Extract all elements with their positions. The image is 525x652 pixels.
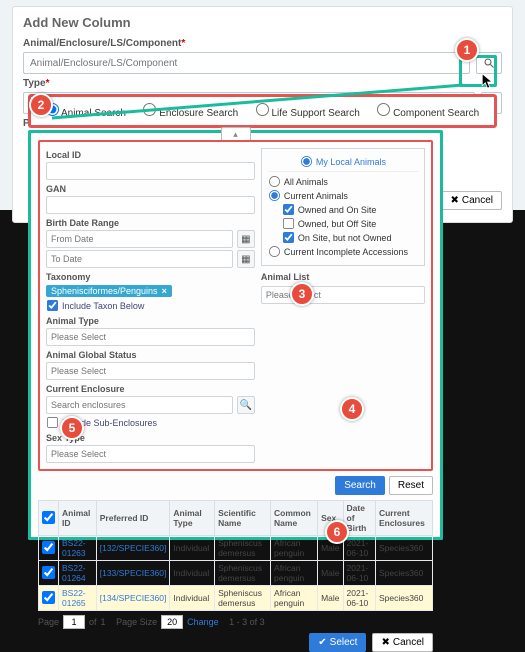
taxonomy-tag[interactable]: Sphenisciformes/Penguins× — [46, 285, 172, 297]
cell-common: African penguin — [271, 536, 318, 561]
callout-3: 3 — [290, 282, 314, 306]
calendar-icon[interactable]: ▦ — [237, 230, 255, 248]
animal-enclosure-input[interactable] — [23, 52, 470, 74]
search-icon[interactable]: 🔍 — [237, 396, 255, 414]
gan-label: GAN — [46, 184, 255, 194]
select-all-check[interactable] — [42, 511, 55, 524]
on-site-not-owned-check[interactable] — [283, 232, 294, 243]
col-enclosure[interactable]: Current Enclosures — [375, 501, 432, 536]
enclosure-search-input[interactable] — [46, 396, 233, 414]
cell-dob: 2021-06-10 — [343, 536, 375, 561]
owned-off-site-check[interactable] — [283, 218, 294, 229]
pager: Page of1 Page Size Change 1 - 3 of 3 — [38, 615, 433, 629]
taxonomy-label: Taxonomy — [46, 272, 255, 282]
cell-animal-id[interactable]: BS22-01265 — [59, 586, 97, 611]
collapse-handle[interactable]: ▴ — [221, 127, 251, 141]
to-date-input[interactable] — [46, 250, 233, 268]
field-animal-label: Animal/Enclosure/LS/Component* — [23, 38, 502, 49]
select-button[interactable]: ✔ Select — [309, 633, 366, 652]
callout-5: 5 — [60, 416, 84, 440]
my-local-animals-radio[interactable] — [301, 156, 312, 167]
cell-enc: Species360 — [375, 561, 432, 586]
calendar-icon[interactable]: ▦ — [237, 250, 255, 268]
animal-type-select[interactable] — [46, 328, 255, 346]
current-animals-radio[interactable] — [269, 190, 280, 201]
dialog-title: Add New Column — [23, 15, 502, 30]
table-row[interactable]: BS22-01263[132/SPECIE360]IndividualSphen… — [39, 536, 433, 561]
search-button[interactable]: Search — [335, 476, 385, 495]
open-search-button[interactable] — [476, 52, 502, 74]
cell-sci: Spheniscus demersus — [215, 586, 271, 611]
animal-list-label: Animal List — [261, 272, 425, 282]
mode-enclosure[interactable]: Enclosure Search — [143, 103, 238, 119]
row-check[interactable] — [42, 591, 55, 604]
col-animal-id[interactable]: Animal ID — [59, 501, 97, 536]
remove-tag-icon[interactable]: × — [162, 286, 167, 296]
col-animal-type[interactable]: Animal Type — [170, 501, 215, 536]
owned-on-site-check[interactable] — [283, 204, 294, 215]
local-id-label: Local ID — [46, 150, 255, 160]
cell-enc: Species360 — [375, 536, 432, 561]
cell-sex: Male — [318, 586, 343, 611]
reset-button[interactable]: Reset — [389, 476, 433, 495]
field-type-label: Type* — [23, 78, 502, 89]
local-id-input[interactable] — [46, 162, 255, 180]
incomplete-accessions-radio[interactable] — [269, 246, 280, 257]
cell-common: African penguin — [271, 561, 318, 586]
callout-2: 2 — [29, 93, 53, 117]
cell-type: Individual — [170, 561, 215, 586]
current-enclosure-label: Current Enclosure — [46, 384, 255, 394]
cell-dob: 2021-06-10 — [343, 586, 375, 611]
row-check[interactable] — [42, 566, 55, 579]
cell-type: Individual — [170, 536, 215, 561]
cell-preferred-id[interactable]: [134/SPECIE360] — [96, 586, 170, 611]
animal-scope-box: My Local Animals All Animals Current Ani… — [261, 148, 425, 266]
animal-type-label: Animal Type — [46, 316, 255, 326]
cell-animal-id[interactable]: BS22-01264 — [59, 561, 97, 586]
cancel-button-2[interactable]: ✖ Cancel — [372, 633, 433, 652]
search-icon — [483, 57, 495, 69]
page-size-input[interactable] — [161, 615, 183, 629]
page-input[interactable] — [63, 615, 85, 629]
ags-select[interactable] — [46, 362, 255, 380]
cursor-icon — [481, 73, 497, 94]
cell-dob: 2021-06-10 — [343, 561, 375, 586]
birth-date-label: Birth Date Range — [46, 218, 255, 228]
cell-sex: Male — [318, 561, 343, 586]
col-common-name[interactable]: Common Name — [271, 501, 318, 536]
search-mode-group: Animal Search Enclosure Search Life Supp… — [28, 94, 497, 128]
row-check[interactable] — [42, 541, 55, 554]
cell-sci: Spheniscus demersus — [215, 561, 271, 586]
all-animals-radio[interactable] — [269, 176, 280, 187]
sex-type-select[interactable] — [46, 445, 255, 463]
cell-animal-id[interactable]: BS22-01263 — [59, 536, 97, 561]
mode-life-support[interactable]: Life Support Search — [256, 103, 360, 119]
col-scientific-name[interactable]: Scientific Name — [215, 501, 271, 536]
mode-animal[interactable]: Animal Search — [46, 103, 126, 119]
cancel-button[interactable]: ✖ Cancel — [441, 191, 502, 210]
table-row[interactable]: BS22-01265[134/SPECIE360]IndividualSphen… — [39, 586, 433, 611]
callout-6: 6 — [325, 520, 349, 544]
table-row[interactable]: BS22-01264[133/SPECIE360]IndividualSphen… — [39, 561, 433, 586]
callout-4: 4 — [340, 397, 364, 421]
cell-preferred-id[interactable]: [133/SPECIE360] — [96, 561, 170, 586]
from-date-input[interactable] — [46, 230, 233, 248]
animal-list-select[interactable] — [261, 286, 425, 304]
ags-label: Animal Global Status — [46, 350, 255, 360]
cell-enc: Species360 — [375, 586, 432, 611]
cell-common: African penguin — [271, 586, 318, 611]
cell-type: Individual — [170, 586, 215, 611]
cell-sci: Spheniscus demersus — [215, 536, 271, 561]
callout-1: 1 — [455, 38, 479, 62]
change-page-size[interactable]: Change — [187, 617, 219, 627]
mode-component[interactable]: Component Search — [377, 103, 479, 119]
results-table: Animal ID Preferred ID Animal Type Scien… — [38, 500, 433, 611]
search-panel: ▴ Local ID GAN Birth Date Range ▦ ▦ Taxo… — [28, 130, 443, 540]
col-preferred-id[interactable]: Preferred ID — [96, 501, 170, 536]
include-taxon-below[interactable]: Include Taxon Below — [46, 299, 255, 312]
cell-preferred-id[interactable]: [132/SPECIE360] — [96, 536, 170, 561]
gan-input[interactable] — [46, 196, 255, 214]
